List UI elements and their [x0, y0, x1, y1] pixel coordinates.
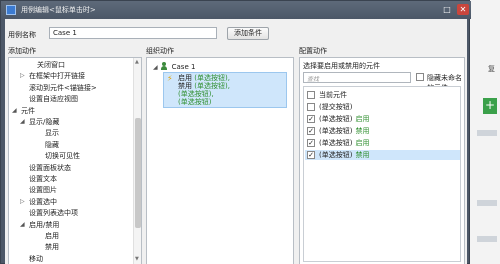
widget-checkbox[interactable] [307, 91, 315, 99]
search-input[interactable]: 查找 [303, 72, 411, 83]
collapse-arrow-icon[interactable]: ◢ [12, 106, 17, 116]
widget-list-item[interactable]: (单选按钮) 启用 [319, 138, 369, 148]
case-icon [160, 62, 169, 70]
tree-item-label: 隐藏 [45, 140, 59, 149]
tree-item-label: 滚动到元件<锚链接> [29, 83, 97, 92]
tree-item-label: 禁用 [45, 243, 59, 252]
widget-list-item[interactable]: (提交按钮) [319, 102, 352, 112]
collapse-arrow-icon[interactable]: ◢ [20, 220, 25, 230]
select-widgets-label: 选择要启用或禁用的元件 [303, 62, 380, 70]
case-name-label: 用例名称 [8, 31, 36, 39]
collapse-arrow-icon[interactable]: ◢ [20, 117, 25, 127]
selected-action[interactable]: ⚡ 启用 (单选按钮), 禁用 (单选按钮), (单选按钮), (单选按钮) [163, 72, 287, 108]
titlebar[interactable]: 用例编辑<鼠标单击时> □ ✕ [1, 1, 471, 19]
maximize-icon[interactable]: □ [441, 4, 453, 15]
expand-arrow-icon[interactable]: ▷ [20, 71, 25, 81]
add-action-title: 添加动作 [8, 47, 36, 55]
widget-checkbox[interactable]: ✓ [307, 115, 315, 123]
widget-list-item[interactable]: (单选按钮) 禁用 [319, 126, 369, 136]
widget-list-item[interactable]: (单选按钮) 禁用 [319, 150, 369, 160]
tree-scrollbar[interactable]: ▲ ▼ [133, 58, 141, 264]
organize-actions-panel: ◢ Case 1 ⚡ 启用 (单选按钮), 禁用 (单选按钮), (单选按钮), … [146, 57, 294, 264]
case-node[interactable]: ◢ Case 1 [153, 61, 195, 71]
case-node-label: Case 1 [171, 63, 196, 71]
tree-item-label: 移动 [29, 254, 43, 263]
action-line: 启用 (单选按钮), [178, 74, 230, 82]
add-icon: + [483, 98, 497, 114]
dialog-content: 用例名称 Case 1 添加条件 添加动作 组织动作 配置动作 关闭窗口 ▷ 在框架… [5, 19, 467, 264]
background-bar [477, 200, 497, 206]
background-text: 复 [488, 65, 495, 73]
tree-item-label: 显示/隐藏 [29, 118, 60, 126]
scrollbar-thumb[interactable] [135, 118, 141, 228]
background-bar [477, 236, 497, 242]
tree-item-label: 在框架中打开链接 [29, 72, 85, 81]
widget-checkbox[interactable]: ✓ [307, 151, 315, 159]
scroll-up-icon[interactable]: ▲ [135, 59, 139, 65]
widget-status: 启用 [355, 115, 370, 123]
collapse-arrow-icon[interactable]: ◢ [153, 64, 158, 71]
widget-list: 当前元件 (提交按钮) ✓ (单选按钮) 启用 ✓ (单选按钮) 禁用 ✓ (单选按钮) 启用 ✓ (单… [303, 86, 461, 262]
lightning-icon: ⚡ [167, 74, 173, 83]
background-bar [477, 130, 497, 136]
widget-status: 启用 [355, 139, 370, 147]
action-line: (单选按钮), [178, 90, 214, 98]
widget-status: 禁用 [355, 127, 370, 135]
close-icon[interactable]: ✕ [457, 4, 469, 15]
configure-actions-panel: 选择要启用或禁用的元件 查找 隐藏未命名的元件 当前元件(提交按钮)✓(单选按钮… [299, 57, 465, 264]
dialog-title: 用例编辑<鼠标单击时> [21, 6, 96, 14]
organize-action-title: 组织动作 [146, 47, 174, 55]
widget-status: 禁用 [355, 151, 370, 159]
widget-list-item[interactable]: 当前元件 [319, 90, 347, 100]
expand-arrow-icon[interactable]: ▷ [20, 197, 25, 207]
widget-list-item[interactable]: (单选按钮) 启用 [319, 114, 369, 124]
case-name-input[interactable]: Case 1 [49, 27, 217, 39]
scroll-down-icon[interactable]: ▼ [135, 256, 139, 262]
add-condition-button[interactable]: 添加条件 [227, 27, 269, 40]
widget-checkbox[interactable] [307, 103, 315, 111]
action-line: (单选按钮) [178, 98, 212, 106]
widget-checkbox[interactable]: ✓ [307, 139, 315, 147]
background-app: 复 + [468, 0, 500, 264]
tree-item-label: 元件 [21, 106, 35, 115]
tree-item-label: 显示 [45, 129, 59, 138]
action-tree: 关闭窗口 ▷ 在框架中打开链接滚动到元件<锚链接> 设置自适应视图 ◢ 元件 ◢ 显示/隐藏显… [8, 57, 142, 264]
tree-item-label: 设置图片 [29, 186, 57, 195]
tree-item-label: 设置面板状态 [29, 163, 71, 172]
tree-item-label: 设置自适应视图 [29, 95, 78, 104]
action-line: 禁用 (单选按钮), [178, 82, 230, 90]
tree-item-label: 启用 [45, 232, 59, 240]
app-icon [6, 5, 16, 15]
tree-item-label: 设置选中 [29, 197, 57, 206]
tree-item-label: 关闭窗口 [37, 61, 65, 69]
configure-action-title: 配置动作 [299, 47, 327, 55]
tree-item-label: 启用/禁用 [29, 220, 60, 229]
tree-item-label: 设置文本 [29, 175, 57, 183]
tree-item-label: 切换可见性 [45, 152, 80, 161]
case-editor-dialog: 用例编辑<鼠标单击时> □ ✕ 用例名称 Case 1 添加条件 添加动作 组织… [0, 0, 471, 264]
widget-checkbox[interactable]: ✓ [307, 127, 315, 135]
tree-item-label: 设置列表选中项 [29, 209, 78, 218]
hide-unnamed-checkbox[interactable] [416, 73, 424, 81]
